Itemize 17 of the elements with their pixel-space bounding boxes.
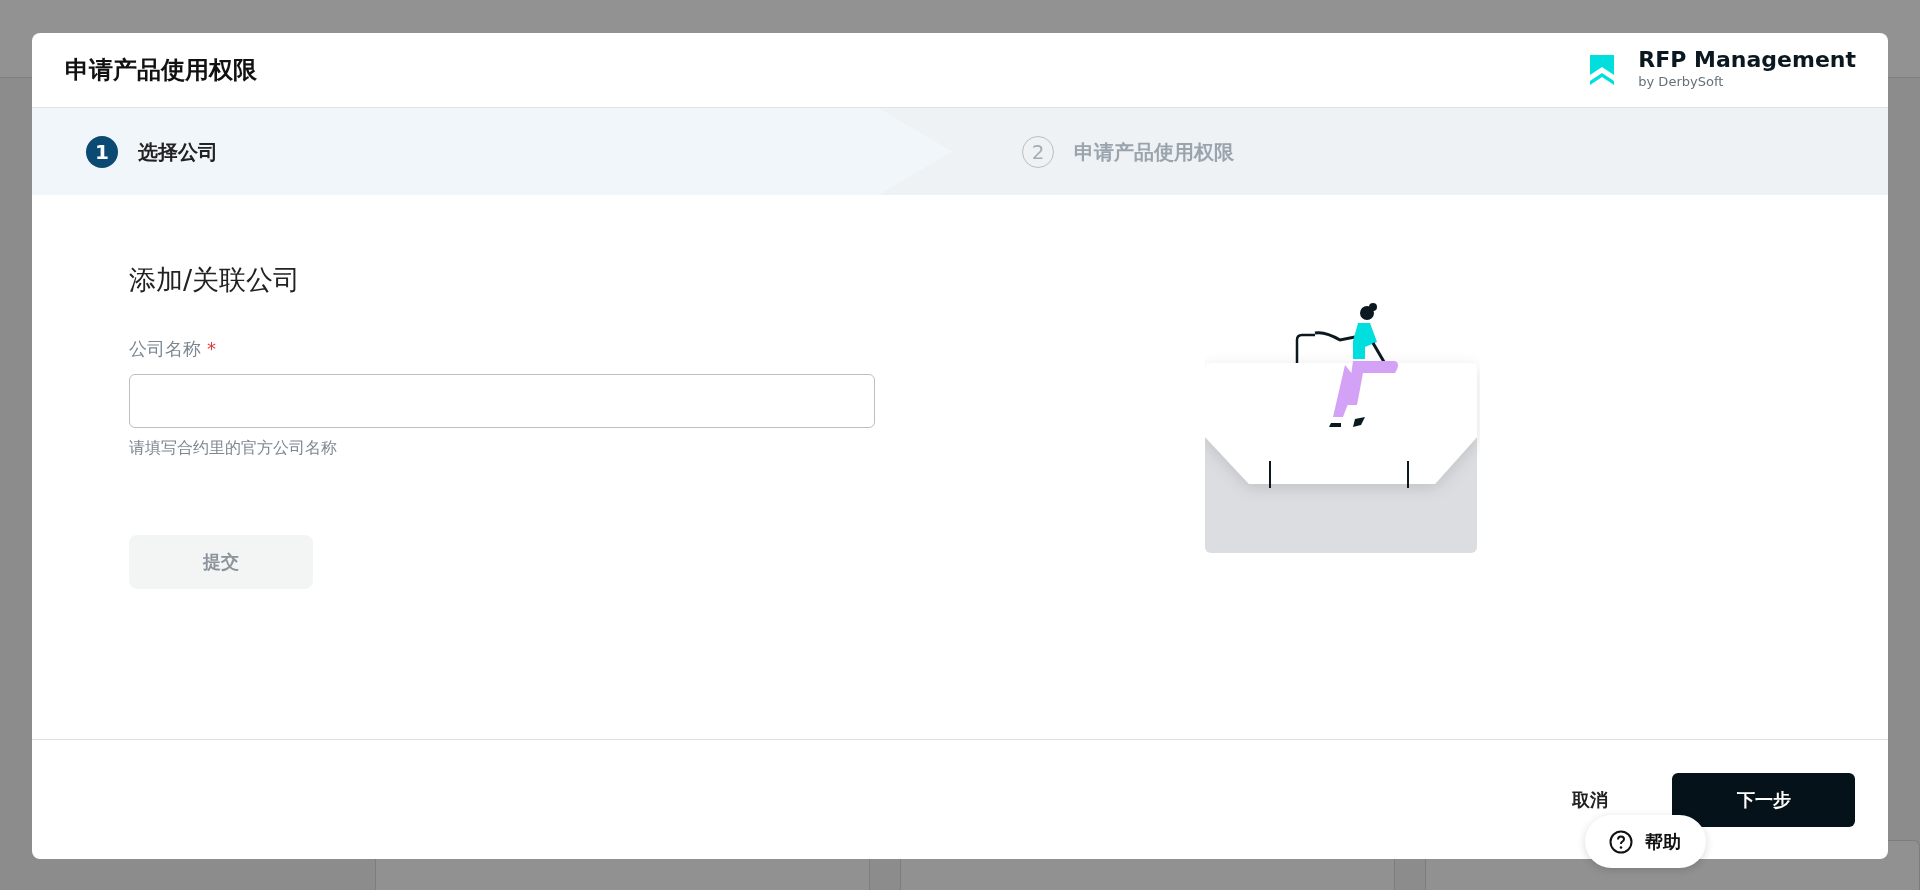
brand-name: RFP Management	[1638, 48, 1856, 73]
step-label: 选择公司	[138, 138, 218, 166]
dialog-title: 申请产品使用权限	[65, 55, 257, 86]
section-heading: 添加/关联公司	[129, 263, 302, 297]
input-field[interactable]	[129, 373, 875, 428]
step-label: 申请产品使用权限	[1074, 138, 1234, 166]
step-tab[interactable]: 1 选择公司	[32, 108, 952, 195]
hint-text: 请填写合约里的官方公司名称	[129, 436, 338, 459]
field-label: 公司名称	[129, 336, 201, 361]
step-number: 1	[86, 135, 118, 168]
next-button[interactable]: 下一步	[1672, 772, 1855, 827]
required-mark: *	[207, 336, 216, 361]
logo-icon	[1590, 55, 1615, 85]
help-button[interactable]: 帮助	[1585, 815, 1706, 868]
help-icon	[1609, 829, 1633, 854]
cancel-button[interactable]: 取消	[1566, 785, 1614, 814]
brand-byline: by DerbySoft	[1638, 73, 1725, 92]
